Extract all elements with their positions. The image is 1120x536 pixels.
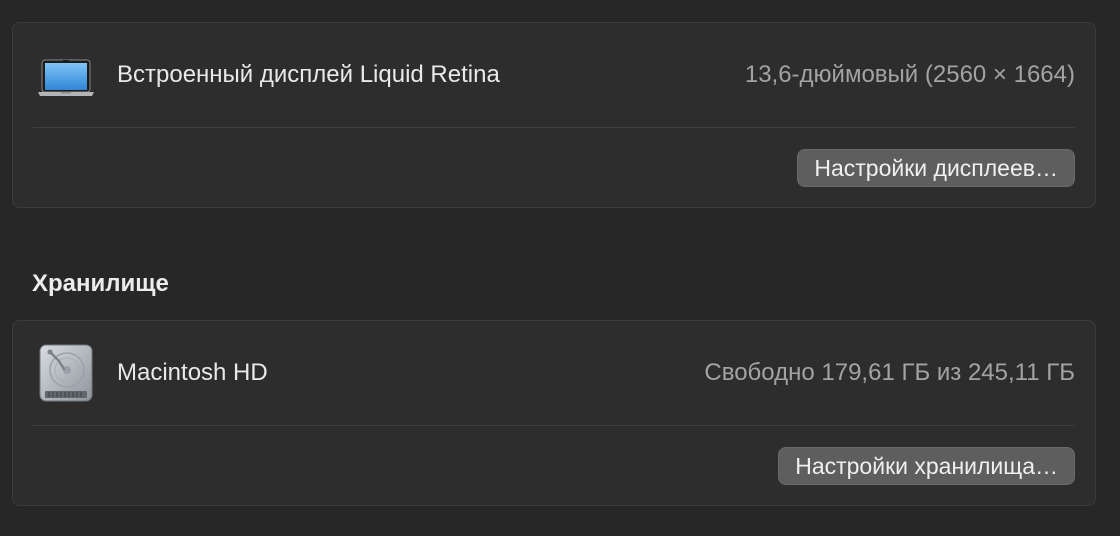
storage-panel: Macintosh HD Свободно 179,61 ГБ из 245,1… — [12, 320, 1096, 506]
storage-row[interactable]: Macintosh HD Свободно 179,61 ГБ из 245,1… — [13, 321, 1095, 425]
display-resolution: 13,6-дюймовый (2560 × 1664) — [744, 61, 1075, 88]
hard-drive-icon — [37, 343, 95, 403]
storage-volume-name: Macintosh HD — [117, 359, 268, 386]
display-row[interactable]: Встроенный дисплей Liquid Retina 13,6-дю… — [13, 23, 1095, 127]
storage-settings-button[interactable]: Настройки хранилища… — [778, 447, 1075, 485]
laptop-icon — [37, 45, 95, 105]
storage-divider — [33, 425, 1075, 426]
display-divider — [33, 127, 1075, 128]
settings-page: Встроенный дисплей Liquid Retina 13,6-дю… — [0, 0, 1120, 536]
display-panel: Встроенный дисплей Liquid Retina 13,6-дю… — [12, 22, 1096, 208]
display-title: Встроенный дисплей Liquid Retina — [117, 61, 500, 88]
storage-heading: Хранилище — [32, 270, 169, 297]
storage-free-space: Свободно 179,61 ГБ из 245,11 ГБ — [704, 359, 1075, 386]
display-settings-button[interactable]: Настройки дисплеев… — [797, 149, 1075, 187]
